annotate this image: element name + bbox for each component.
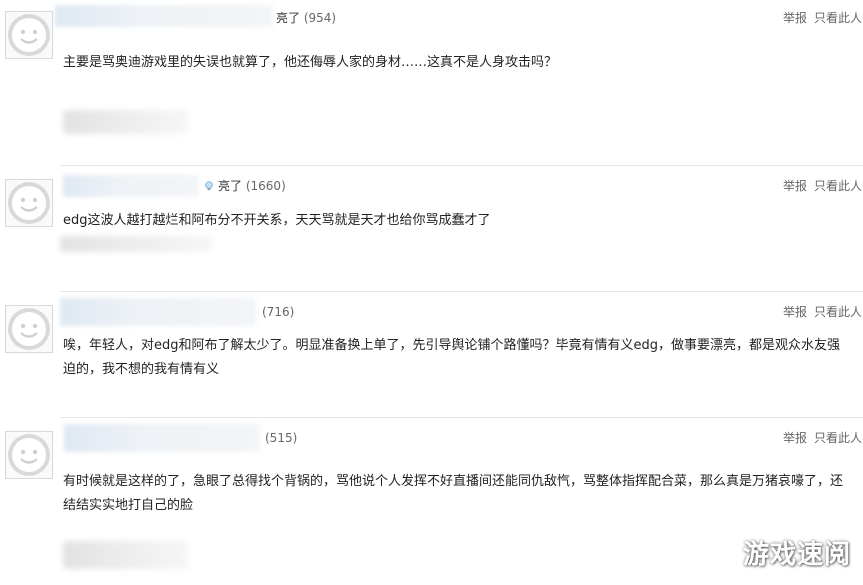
avatar[interactable]	[5, 431, 53, 479]
comment-text: edg这波人越打越烂和阿布分不开关系，天天骂就是天才也给你骂成蠢才了	[63, 213, 491, 228]
divider	[60, 291, 863, 292]
avatar[interactable]	[5, 179, 53, 227]
only-this-user-link[interactable]: 只看此人	[814, 179, 862, 193]
comment-meta: 亮了 (954)	[276, 10, 336, 26]
username-redacted	[55, 5, 273, 27]
comment-text: 唉，年轻人，对edg和阿布了解太少了。明显准备换上单了，先引导舆论铺个路懂吗？毕…	[63, 338, 841, 377]
like-count: (1660)	[245, 179, 286, 193]
username-redacted	[60, 298, 256, 326]
report-link[interactable]: 举报	[783, 431, 807, 445]
comment-actions: 举报 只看此人	[776, 430, 862, 446]
redacted-line	[63, 541, 188, 569]
default-avatar-icon	[8, 14, 50, 56]
comment-text: 主要是骂奥迪游戏里的失误也就算了，他还侮辱人家的身材……这真不是人身攻击吗？	[63, 55, 558, 70]
redacted-line	[60, 236, 212, 252]
like-title: 亮了	[276, 11, 301, 25]
divider	[60, 417, 863, 418]
comment-meta: 亮了 (1660)	[204, 178, 286, 194]
divider	[60, 165, 863, 166]
comment-actions: 举报 只看此人	[776, 304, 862, 320]
like-count: (716)	[262, 305, 295, 319]
lightbulb-icon	[205, 181, 213, 191]
watermark: 游戏速阅	[742, 540, 851, 570]
username-redacted	[63, 175, 199, 197]
comment-meta: (716)	[262, 304, 294, 320]
like-title: 亮了	[218, 179, 243, 193]
comment-text: 有时候就是这样的了，急眼了总得找个背锅的，骂他说个人发挥不好直播间还能同仇敌忾，…	[63, 474, 844, 513]
comment-meta: (515)	[265, 430, 297, 446]
avatar[interactable]	[5, 11, 53, 59]
default-avatar-icon	[8, 434, 50, 476]
report-link[interactable]: 举报	[783, 179, 807, 193]
like-count: (954)	[303, 11, 337, 25]
redacted-line	[63, 110, 188, 134]
report-link[interactable]: 举报	[783, 305, 807, 319]
only-this-user-link[interactable]: 只看此人	[814, 431, 862, 445]
avatar[interactable]	[5, 305, 53, 353]
username-redacted	[64, 424, 260, 452]
like-count: (515)	[265, 431, 298, 445]
comment-actions: 举报 只看此人	[776, 178, 862, 194]
only-this-user-link[interactable]: 只看此人	[814, 11, 862, 25]
only-this-user-link[interactable]: 只看此人	[814, 305, 862, 319]
default-avatar-icon	[8, 182, 50, 224]
default-avatar-icon	[8, 308, 50, 350]
comment-actions: 举报 只看此人	[776, 10, 862, 26]
report-link[interactable]: 举报	[783, 11, 807, 25]
